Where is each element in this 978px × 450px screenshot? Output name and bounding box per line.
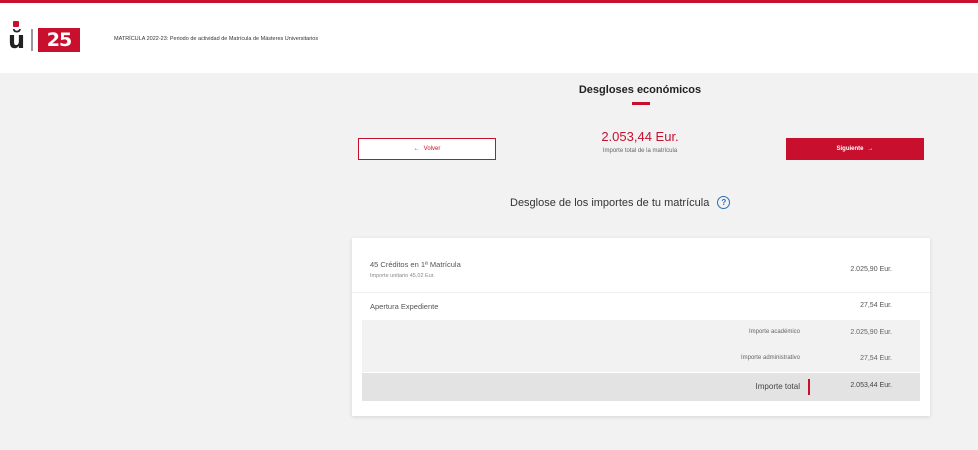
item-amount: 27,54 Eur.	[860, 302, 892, 309]
subtotal-row: Importe académico 2.025,90 Eur.	[362, 320, 920, 346]
total-separator	[808, 379, 810, 395]
breakdown-card: 45 Créditos en 1ª Matrícula Importe unit…	[352, 238, 930, 416]
item-amount: 2.025,90 Eur.	[850, 266, 892, 273]
subtotal-label: Importe académico	[748, 329, 800, 335]
subtotal-label: Importe administrativo	[740, 355, 800, 361]
breakdown-heading-text: Desglose de los importes de tu matrícula	[510, 196, 710, 209]
university-logo[interactable]: ŭ 25	[8, 21, 80, 55]
item-label: 45 Créditos en 1ª Matrícula	[370, 260, 461, 269]
breakdown-heading: Desglose de los importes de tu matrícula…	[510, 196, 731, 209]
total-row: Importe total 2.053,44 Eur.	[362, 373, 920, 401]
header-title: MATRÍCULA 2022-23: Periodo de actividad …	[114, 36, 319, 42]
total-amount: 2.053,44 Eur.	[601, 129, 679, 144]
help-icon[interactable]: ?	[717, 196, 731, 209]
next-button[interactable]: Siguiente →	[786, 138, 924, 160]
logo-number: 25	[38, 28, 80, 52]
subtotals-block: Importe académico 2.025,90 Eur. Importe …	[362, 320, 920, 372]
subtotal-amount: 27,54 Eur.	[860, 355, 892, 362]
total-caption: Importe total de la matrícula	[602, 148, 678, 154]
breakdown-item: Apertura Expediente 27,54 Eur.	[352, 294, 930, 320]
back-button-label: Volver	[423, 146, 441, 152]
total-label: Importe total	[755, 382, 800, 391]
total-row-amount: 2.053,44 Eur.	[850, 382, 892, 389]
arrow-left-icon: ←	[413, 146, 420, 152]
subtotal-amount: 2.025,90 Eur.	[850, 329, 892, 336]
item-label: Apertura Expediente	[370, 302, 439, 311]
item-sublabel: Importe unitario 45,02 Eur.	[370, 273, 435, 279]
subtotal-row: Importe administrativo 27,54 Eur.	[362, 346, 920, 372]
breakdown-item: 45 Créditos en 1ª Matrícula Importe unit…	[352, 256, 930, 293]
header-bar: ŭ 25 MATRÍCULA 2022-23: Periodo de activ…	[0, 3, 978, 73]
arrow-right-icon: →	[867, 146, 874, 152]
next-button-label: Siguiente	[836, 146, 864, 152]
back-button[interactable]: ← Volver	[358, 138, 496, 160]
logo-divider	[31, 29, 33, 51]
title-underline	[632, 102, 650, 105]
page-title: Desgloses económicos	[578, 84, 702, 96]
logo-letter: ŭ	[8, 26, 26, 54]
